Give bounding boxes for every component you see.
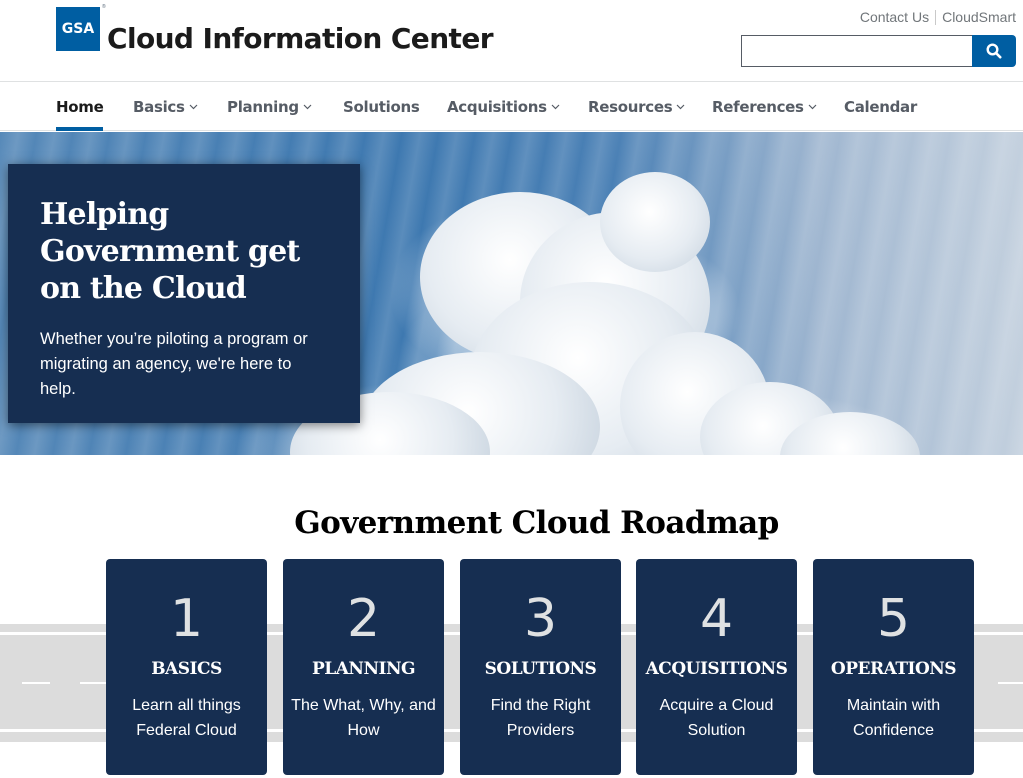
nav-resources[interactable]: Resources xyxy=(588,82,685,131)
nav-solutions-label: Solutions xyxy=(343,97,420,116)
step-number: 2 xyxy=(346,589,381,649)
site-title[interactable]: Cloud Information Center xyxy=(107,20,494,58)
nav-home-label: Home xyxy=(56,97,104,116)
step-description: Learn all things Federal Cloud xyxy=(132,697,241,739)
nav-basics[interactable]: Basics xyxy=(133,82,198,131)
search-button[interactable] xyxy=(972,35,1016,67)
step-title: BASICS xyxy=(151,659,222,679)
nav-references-label: References xyxy=(712,97,804,116)
roadmap-title: Government Cloud Roadmap xyxy=(294,505,779,541)
contact-us-link[interactable]: Contact Us xyxy=(860,9,929,25)
gsa-logo[interactable]: GSA xyxy=(56,7,100,51)
nav-solutions[interactable]: Solutions xyxy=(343,82,420,131)
step-title: ACQUISITIONS xyxy=(645,659,788,679)
nav-calendar[interactable]: Calendar xyxy=(844,82,917,131)
registered-mark: ® xyxy=(102,4,106,10)
roadmap-step-planning[interactable]: 2 PLANNING The What, Why, and How xyxy=(283,559,444,775)
nav-planning-label: Planning xyxy=(227,97,299,116)
nav-calendar-label: Calendar xyxy=(844,97,917,116)
step-number: 3 xyxy=(523,589,558,649)
chevron-down-icon xyxy=(303,104,312,109)
step-title: SOLUTIONS xyxy=(484,659,597,679)
search-input[interactable] xyxy=(741,35,972,67)
nav-planning[interactable]: Planning xyxy=(227,82,312,131)
primary-nav: Home Basics Planning Solutions Acquisiti… xyxy=(0,82,1023,131)
nav-home[interactable]: Home xyxy=(56,82,104,131)
road-dash xyxy=(998,682,1023,684)
utility-links: Contact Us CloudSmart xyxy=(860,9,1016,25)
chevron-down-icon xyxy=(551,104,560,109)
hero-title: Helping Government get on the Cloud xyxy=(40,197,300,306)
nav-references[interactable]: References xyxy=(712,82,817,131)
step-title: PLANNING xyxy=(311,659,416,679)
nav-acquisitions-label: Acquisitions xyxy=(447,97,547,116)
gsa-logo-text: GSA xyxy=(61,21,95,37)
road-dash xyxy=(80,682,108,684)
chevron-down-icon xyxy=(676,104,685,109)
site-header: GSA ® Cloud Information Center Contact U… xyxy=(0,0,1023,82)
step-description: Acquire a Cloud Solution xyxy=(659,697,774,739)
nav-basics-label: Basics xyxy=(133,97,185,116)
roadmap-step-operations[interactable]: 5 OPERATIONS Maintain with Confidence xyxy=(813,559,974,775)
hero-subtitle: Whether you’re piloting a program or mig… xyxy=(40,330,308,398)
step-number: 4 xyxy=(699,589,734,649)
nav-acquisitions[interactable]: Acquisitions xyxy=(447,82,560,131)
search-form xyxy=(741,35,1016,67)
nav-resources-label: Resources xyxy=(588,97,673,116)
roadmap-step-basics[interactable]: 1 BASICS Learn all things Federal Cloud xyxy=(106,559,267,775)
cloudsmart-link[interactable]: CloudSmart xyxy=(942,9,1016,25)
step-number: 1 xyxy=(169,589,204,649)
step-description: Maintain with Confidence xyxy=(846,697,941,739)
roadmap-step-solutions[interactable]: 3 SOLUTIONS Find the Right Providers xyxy=(460,559,621,775)
step-description: Find the Right Providers xyxy=(490,697,591,739)
step-title: OPERATIONS xyxy=(830,659,957,679)
chevron-down-icon xyxy=(808,104,817,109)
chevron-down-icon xyxy=(189,104,198,109)
roadmap-step-acquisitions[interactable]: 4 ACQUISITIONS Acquire a Cloud Solution xyxy=(636,559,797,775)
step-description: The What, Why, and How xyxy=(291,697,436,739)
utility-divider xyxy=(935,9,937,25)
road-dash xyxy=(22,682,50,684)
search-icon xyxy=(986,43,1002,59)
step-number: 5 xyxy=(876,589,911,649)
hero-card: Helping Government get on the Cloud Whet… xyxy=(8,164,360,423)
